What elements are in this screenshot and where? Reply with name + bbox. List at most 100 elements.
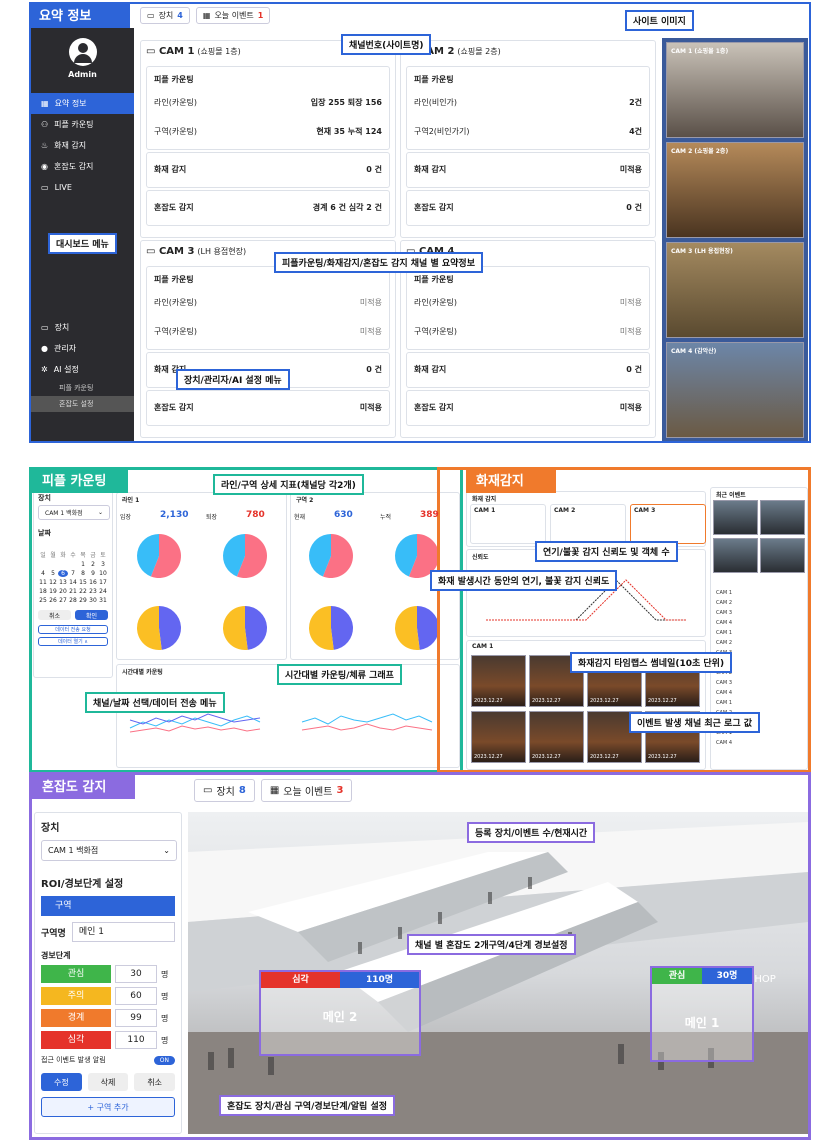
user-name: Admin	[68, 70, 97, 79]
level-input[interactable]: 99	[115, 1009, 157, 1027]
log-row: CAM 3	[716, 610, 732, 616]
cong-value: 미적용	[619, 403, 642, 412]
pc-title: 피플 카운팅	[154, 275, 194, 284]
ok-button[interactable]: 확인	[75, 610, 108, 620]
zone-tab[interactable]: 구역	[41, 896, 175, 916]
fire-value: 0 건	[626, 365, 642, 374]
calendar-day[interactable]: 6	[58, 570, 68, 577]
cancel-button[interactable]: 취소	[38, 610, 71, 620]
calendar-day[interactable]: 4	[38, 570, 48, 577]
pie-slice	[417, 606, 439, 650]
stat-value: 630	[334, 510, 353, 520]
zone-overlay-1[interactable]: 관심 30명 메인 1	[650, 966, 754, 1062]
calendar-day[interactable]: 26	[48, 597, 58, 604]
calendar-day[interactable]: 11	[38, 579, 48, 586]
level-input[interactable]: 30	[115, 965, 157, 983]
calendar-day[interactable]: 21	[68, 588, 78, 595]
calendar-day[interactable]: 23	[88, 588, 98, 595]
zone1-count: 30명	[702, 968, 752, 984]
sub-menu-people[interactable]: 피플 카운팅	[31, 380, 134, 396]
calendar-day[interactable]: 14	[68, 579, 78, 586]
timelapse-thumb[interactable]: 2023.12.27	[529, 711, 584, 763]
delete-button[interactable]: 삭제	[87, 1073, 129, 1091]
calendar-day[interactable]: 9	[88, 570, 98, 577]
calendar-day[interactable]: 27	[58, 597, 68, 604]
cong-label: 혼잡도 감지	[154, 203, 194, 212]
calendar-day[interactable]: 18	[38, 588, 48, 595]
cong-value: 경계 6 건 심각 2 건	[312, 203, 382, 212]
site-thumb-4[interactable]: CAM 4 (감악산)	[666, 342, 804, 438]
calendar-day	[58, 561, 68, 568]
site-thumb-2[interactable]: CAM 2 (쇼핑몰 2층)	[666, 142, 804, 238]
open-data-button[interactable]: 데이터 열기 ∧	[38, 637, 108, 646]
sidebar-item-3[interactable]: ◉ 혼잡도 감지	[31, 156, 134, 177]
calendar-day[interactable]: 10	[98, 570, 108, 577]
site-thumb-3[interactable]: CAM 3 (LH 용접현장)	[666, 242, 804, 338]
calendar-day[interactable]: 8	[78, 570, 88, 577]
weekday: 토	[100, 552, 106, 559]
callout-site-image: 사이트 이미지	[625, 10, 694, 31]
recent-event-thumb[interactable]	[713, 538, 758, 573]
sidebar-bottom-item-0[interactable]: ▭ 장치	[31, 317, 134, 338]
calendar-day[interactable]: 3	[98, 561, 108, 568]
log-row: CAM 2	[716, 640, 732, 646]
recent-event-thumb[interactable]	[760, 538, 805, 573]
recent-events-title: 최근 이벤트	[716, 492, 746, 499]
metric-label: 라인(카운팅)	[154, 298, 198, 307]
timelapse-thumb[interactable]: 2023.12.27	[471, 655, 526, 707]
cong-value: 미적용	[359, 403, 382, 412]
metric-value: 미적용	[619, 298, 642, 307]
calendar-day[interactable]: 22	[78, 588, 88, 595]
calendar-day[interactable]: 13	[58, 579, 68, 586]
send-data-button[interactable]: 데이터 전송 요청	[38, 625, 108, 634]
sidebar-bottom-item-2[interactable]: ✲ AI 설정	[31, 359, 134, 380]
calendar-day[interactable]: 1	[78, 561, 88, 568]
cong-device-select[interactable]: CAM 1 백화점 ⌄	[41, 840, 177, 861]
calendar-day[interactable]: 30	[88, 597, 98, 604]
edit-button[interactable]: 수정	[41, 1073, 82, 1091]
log-row: CAM 3	[716, 680, 732, 686]
summary-tag: 요약 정보	[29, 2, 130, 28]
calendar-day[interactable]: 19	[48, 588, 58, 595]
alarm-toggle[interactable]: ON	[153, 1055, 175, 1065]
log-row: CAM 2	[716, 600, 732, 606]
calendar-day[interactable]: 5	[48, 570, 58, 577]
calendar-day[interactable]: 7	[68, 570, 78, 577]
sidebar-item-2[interactable]: ♨ 화재 감지	[31, 135, 134, 156]
zone2-name: 메인 2	[322, 1010, 358, 1024]
calendar-day[interactable]: 2	[88, 561, 98, 568]
calendar-day[interactable]: 15	[78, 579, 88, 586]
cong-device-title: 장치	[41, 823, 60, 834]
recent-event-thumb[interactable]	[713, 500, 758, 535]
sidebar-bottom-item-1[interactable]: ● 관리자	[31, 338, 134, 359]
calendar-day[interactable]: 25	[38, 597, 48, 604]
zone-name-input[interactable]: 메인 1	[71, 922, 175, 942]
calendar-day[interactable]: 20	[58, 588, 68, 595]
site-thumb-1[interactable]: CAM 1 (쇼핑몰 1층)	[666, 42, 804, 138]
calendar-day[interactable]: 17	[98, 579, 108, 586]
calendar-day[interactable]: 28	[68, 597, 78, 604]
site-thumb-label: CAM 1 (쇼핑몰 1층)	[671, 48, 729, 55]
calendar-day[interactable]: 16	[88, 579, 98, 586]
sidebar-item-4[interactable]: ▭ LIVE	[31, 177, 134, 198]
thumb-timestamp: 2023.12.27	[474, 754, 503, 760]
level-input[interactable]: 60	[115, 987, 157, 1005]
sub-menu-congestion[interactable]: 혼잡도 설정	[31, 396, 134, 412]
device-select[interactable]: CAM 1 백화점 ⌄	[38, 505, 110, 520]
sidebar-item-1[interactable]: ⚇ 피플 카운팅	[31, 114, 134, 135]
level-input[interactable]: 110	[115, 1031, 157, 1049]
calendar-day[interactable]: 29	[78, 597, 88, 604]
sidebar-item-0[interactable]: ▦ 요약 정보	[31, 93, 134, 114]
calendar-day[interactable]: 12	[48, 579, 58, 586]
recent-event-thumb[interactable]	[760, 500, 805, 535]
zone-title: 구역 2	[296, 497, 314, 504]
calendar-day[interactable]: 31	[98, 597, 108, 604]
add-zone-button[interactable]: + 구역 추가	[41, 1097, 175, 1117]
calendar[interactable]: 일 월 화 수 목 금 토 1 2 3 4 5 6 7 8 9 10 11 12 13 14 15 16 17 18 19 20 21…	[38, 550, 108, 604]
site-thumb-label: CAM 4 (감악산)	[671, 348, 717, 355]
cancel-button[interactable]: 취소	[134, 1073, 176, 1091]
callout-time-graph: 시간대별 카운팅/체류 그래프	[277, 664, 402, 685]
zone-overlay-2[interactable]: 심각 110명 메인 2	[259, 970, 421, 1056]
calendar-day[interactable]: 24	[98, 588, 108, 595]
timelapse-thumb[interactable]: 2023.12.27	[471, 711, 526, 763]
